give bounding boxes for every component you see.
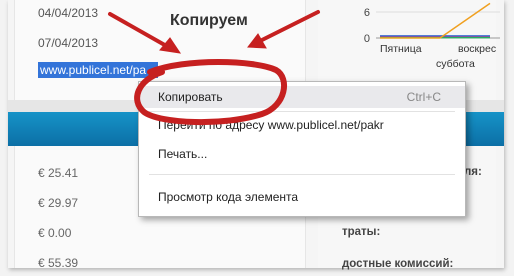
x-tick-label: воскрес [458, 43, 496, 55]
stat-label: траты: [342, 226, 381, 238]
amount-text: € 0.00 [38, 226, 72, 240]
y-tick-label: 6 [364, 7, 370, 19]
menu-item-copy[interactable]: Копировать Ctrl+C [139, 86, 465, 108]
menu-item-go-to-address[interactable]: Перейти по адресу www.publicel.net/pakr [139, 114, 465, 136]
amount-text: € 55.39 [38, 256, 79, 270]
selected-link-text[interactable]: www.publicel.net/pa [38, 62, 158, 78]
context-menu: Копировать Ctrl+C Перейти по адресу www.… [138, 81, 466, 217]
x-tick-label: суббота [436, 58, 475, 70]
date-text: 07/04/2013 [38, 36, 99, 50]
x-tick-label: Пятница [380, 43, 422, 55]
menu-item-shortcut: Ctrl+C [406, 90, 441, 104]
y-tick-label: 0 [364, 33, 370, 45]
menu-item-print[interactable]: Печать... [139, 143, 465, 165]
chart-series-line [380, 2, 491, 39]
menu-item-label: Просмотр кода элемента [158, 190, 299, 204]
date-text: 04/04/2013 [38, 6, 99, 20]
menu-separator [149, 174, 455, 175]
menu-separator [149, 111, 455, 112]
amount-text: € 25.41 [38, 166, 79, 180]
annotation-heading: Копируем [170, 12, 248, 29]
menu-item-inspect-element[interactable]: Просмотр кода элемента [139, 186, 465, 208]
menu-item-label: Копировать [158, 90, 223, 104]
stat-label: достные комиссий: [342, 258, 454, 270]
menu-item-label: Перейти по адресу www.publicel.net/pakr [158, 118, 384, 132]
menu-item-label: Печать... [158, 147, 208, 161]
mini-line-chart: 6 0 Пятница суббота воскрес [364, 2, 500, 70]
stat-label: ля: [464, 166, 482, 178]
amount-text: € 29.97 [38, 196, 79, 210]
